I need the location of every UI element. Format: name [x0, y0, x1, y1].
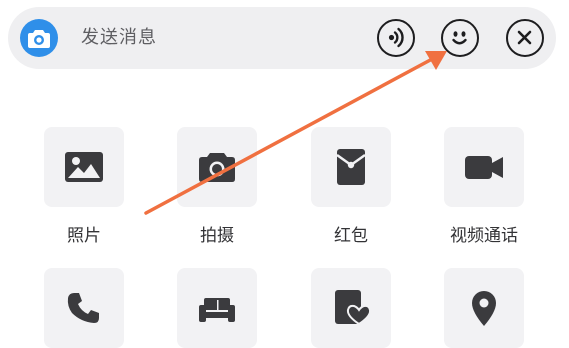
close-icon: [517, 30, 532, 45]
favorite-card-tile[interactable]: [311, 268, 391, 348]
location-icon: [472, 291, 496, 326]
phone-icon: [67, 293, 99, 323]
camera-icon: [28, 30, 50, 48]
red-packet-tile[interactable]: [311, 127, 391, 207]
video-call-icon: [465, 156, 503, 179]
sofa-tile[interactable]: [177, 268, 257, 348]
emoji-button[interactable]: [441, 19, 479, 57]
capture-label: 拍摄: [200, 226, 234, 246]
voice-button[interactable]: [377, 19, 415, 57]
emoji-icon: [452, 31, 467, 45]
red-packet-label: 红包: [334, 226, 368, 246]
close-button[interactable]: [506, 19, 544, 57]
message-input-bar: 发送消息: [8, 7, 556, 69]
phone-tile[interactable]: [44, 268, 124, 348]
red-packet-icon: [336, 149, 366, 185]
photo-label: 照片: [67, 226, 101, 246]
photo-icon: [65, 152, 103, 182]
camera-icon: [199, 153, 235, 182]
camera-button[interactable]: [20, 19, 58, 57]
video-call-tile[interactable]: [444, 127, 524, 207]
sofa-icon: [199, 298, 235, 322]
location-tile[interactable]: [444, 268, 524, 348]
capture-tile[interactable]: [177, 127, 257, 207]
video-call-label: 视频通话: [450, 226, 518, 246]
message-input[interactable]: 发送消息: [81, 27, 157, 49]
favorite-card-icon: [335, 290, 371, 326]
voice-icon: [388, 27, 404, 48]
photo-tile[interactable]: [44, 127, 124, 207]
